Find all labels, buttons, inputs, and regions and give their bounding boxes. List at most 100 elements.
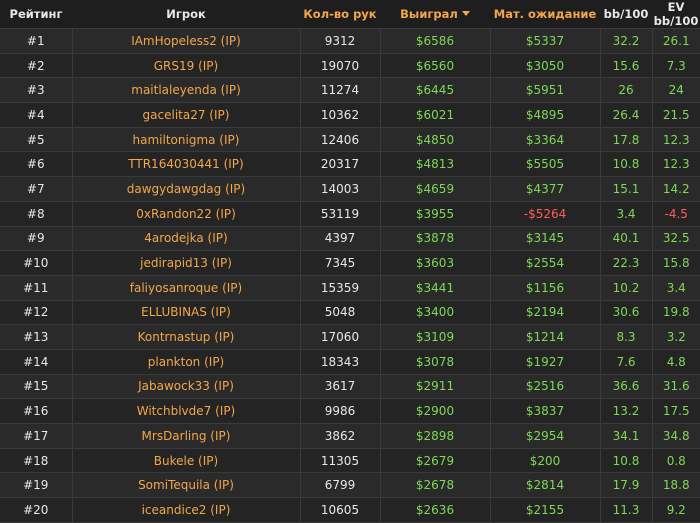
cell-player[interactable]: ELLUBINAS (IP) [72, 300, 301, 326]
cell-bb100: 10.8 [600, 448, 653, 474]
table-row: #20 iceandice2 (IP) 10605 $2636 $2155 11.3 9.2 [0, 497, 700, 523]
column-header-won[interactable]: Выиграл [380, 0, 490, 29]
cell-hands: 11305 [300, 448, 381, 474]
cell-rank: #7 [0, 176, 73, 202]
cell-ev: $1927 [490, 349, 601, 375]
cell-bb100: 13.2 [600, 398, 653, 424]
cell-player[interactable]: iceandice2 (IP) [72, 497, 301, 523]
cell-ev: $1214 [490, 324, 601, 350]
cell-bb100: 17.9 [600, 472, 653, 499]
cell-won: $2911 [380, 374, 491, 400]
cell-won: $4850 [380, 127, 491, 153]
cell-won: $4813 [380, 151, 491, 178]
cell-player[interactable]: Jabawock33 (IP) [72, 374, 301, 400]
cell-rank: #4 [0, 102, 73, 128]
cell-rank: #13 [0, 324, 73, 350]
cell-player[interactable]: faliyosanroque (IP) [72, 275, 301, 301]
cell-player[interactable]: TTR164030441 (IP) [72, 151, 301, 178]
cell-ev: $2954 [490, 423, 601, 449]
cell-player[interactable]: jedirapid13 (IP) [72, 250, 301, 276]
cell-rank: #1 [0, 28, 73, 54]
cell-bb100: 15.1 [600, 176, 653, 202]
cell-evbb100: 21.5 [652, 102, 700, 128]
cell-player[interactable]: plankton (IP) [72, 349, 301, 375]
cell-won: $6586 [380, 28, 491, 54]
cell-hands: 11274 [300, 77, 381, 104]
cell-evbb100: 9.2 [652, 497, 700, 523]
cell-bb100: 22.3 [600, 250, 653, 276]
cell-won: $3955 [380, 201, 491, 227]
cell-evbb100: 18.8 [652, 472, 700, 499]
cell-player[interactable]: GRS19 (IP) [72, 53, 301, 79]
cell-hands: 9986 [300, 398, 381, 424]
cell-evbb100: 14.2 [652, 176, 700, 202]
table-row: #6 TTR164030441 (IP) 20317 $4813 $5505 10.8 12… [0, 151, 700, 178]
cell-ev: $1156 [490, 275, 601, 301]
cell-bb100: 36.6 [600, 374, 653, 400]
cell-hands: 17060 [300, 324, 381, 350]
cell-player[interactable]: gacelita27 (IP) [72, 102, 301, 128]
cell-rank: #6 [0, 151, 73, 178]
cell-hands: 5048 [300, 300, 381, 326]
cell-won: $3078 [380, 349, 491, 375]
cell-ev: $2814 [490, 472, 601, 499]
cell-won: $3109 [380, 324, 491, 350]
cell-bb100: 34.1 [600, 423, 653, 449]
cell-won: $6560 [380, 53, 491, 79]
table-row: #15 Jabawock33 (IP) 3617 $2911 $2516 36.6 31.6 [0, 374, 700, 400]
cell-bb100: 26 [600, 77, 653, 104]
column-header-player[interactable]: Игрок [72, 0, 300, 29]
cell-rank: #5 [0, 127, 73, 153]
cell-player[interactable]: 4arodejka (IP) [72, 226, 301, 252]
column-header-bb100[interactable]: bb/100 [600, 0, 652, 29]
cell-rank: #11 [0, 275, 73, 301]
cell-player[interactable]: Bukele (IP) [72, 448, 301, 474]
column-header-ev[interactable]: Мат. ожидание [490, 0, 600, 29]
cell-rank: #14 [0, 349, 73, 375]
cell-hands: 14003 [300, 176, 381, 202]
cell-player[interactable]: 0xRandon22 (IP) [72, 201, 301, 227]
cell-hands: 4397 [300, 226, 381, 252]
cell-evbb100: 24 [652, 77, 700, 104]
cell-player[interactable]: Kontrnastup (IP) [72, 324, 301, 350]
column-header-rank[interactable]: Рейтинг [0, 0, 72, 29]
cell-ev: $2554 [490, 250, 601, 276]
cell-player[interactable]: MrsDarling (IP) [72, 423, 301, 449]
cell-hands: 7345 [300, 250, 381, 276]
cell-evbb100: 19.8 [652, 300, 700, 326]
cell-hands: 19070 [300, 53, 381, 79]
cell-bb100: 30.6 [600, 300, 653, 326]
cell-won: $3400 [380, 300, 491, 326]
table-row: #10 jedirapid13 (IP) 7345 $3603 $2554 22.3 15.… [0, 250, 700, 276]
cell-player[interactable]: IAmHopeless2 (IP) [72, 28, 301, 54]
cell-player[interactable]: hamiltonigma (IP) [72, 127, 301, 153]
column-header-hands[interactable]: Кол-во рук [300, 0, 380, 29]
column-header-evbb100[interactable]: EV bb/100 [652, 0, 700, 29]
cell-won: $6445 [380, 77, 491, 104]
table-row: #11 faliyosanroque (IP) 15359 $3441 $1156 10.… [0, 275, 700, 301]
cell-evbb100: 3.4 [652, 275, 700, 301]
table-row: #5 hamiltonigma (IP) 12406 $4850 $3364 17.8 12… [0, 127, 700, 153]
cell-ev: $5951 [490, 77, 601, 104]
cell-hands: 3862 [300, 423, 381, 449]
cell-evbb100: -4.5 [652, 201, 700, 227]
cell-rank: #15 [0, 374, 73, 400]
cell-ev: $2194 [490, 300, 601, 326]
cell-bb100: 11.3 [600, 497, 653, 523]
table-row: #2 GRS19 (IP) 19070 $6560 $3050 15.6 7.3 [0, 53, 700, 79]
cell-rank: #12 [0, 300, 73, 326]
cell-won: $3878 [380, 226, 491, 252]
cell-ev: $3050 [490, 53, 601, 79]
cell-ev: $5505 [490, 151, 601, 178]
cell-rank: #2 [0, 53, 73, 79]
cell-player[interactable]: maitlaleyenda (IP) [72, 77, 301, 104]
table-row: #14 plankton (IP) 18343 $3078 $1927 7.6 4.8 [0, 349, 700, 375]
cell-player[interactable]: SomiTequila (IP) [72, 472, 301, 499]
cell-evbb100: 12.3 [652, 151, 700, 178]
table-row: #7 dawgydawgdag (IP) 14003 $4659 $4377 15.1 14… [0, 176, 700, 202]
table-row: #12 ELLUBINAS (IP) 5048 $3400 $2194 30.6 19.8 [0, 300, 700, 326]
table-row: #13 Kontrnastup (IP) 17060 $3109 $1214 8.3 3.2 [0, 324, 700, 350]
cell-player[interactable]: dawgydawgdag (IP) [72, 176, 301, 202]
cell-evbb100: 26.1 [652, 28, 700, 54]
cell-player[interactable]: Witchblvde7 (IP) [72, 398, 301, 424]
